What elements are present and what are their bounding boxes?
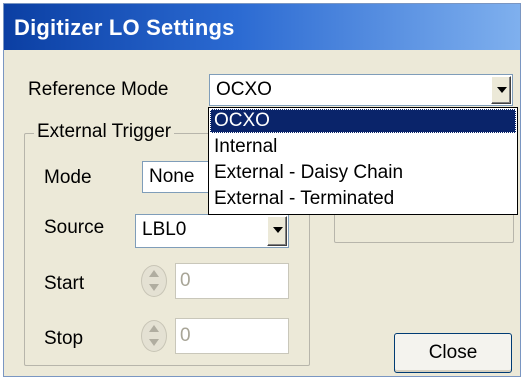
arrow-down-icon [149,284,159,291]
settings-window: Digitizer LO Settings Reference Mode OCX… [3,3,521,377]
start-label: Start [44,273,85,294]
stop-value: 0 [180,325,191,346]
start-field: 0 [175,263,289,299]
arrow-up-icon [149,270,159,277]
dropdown-option-external-daisy-chain[interactable]: External - Daisy Chain [210,161,516,185]
trigger-source-select[interactable]: LBL0 [135,214,289,248]
stop-label: Stop [44,328,84,349]
arrow-down-icon [149,339,159,346]
external-trigger-legend: External Trigger [34,121,175,143]
dropdown-option-internal[interactable]: Internal [210,135,516,159]
reference-mode-value: OCXO [216,79,272,100]
trigger-mode-label: Mode [44,167,92,188]
chevron-down-icon[interactable] [267,216,287,246]
start-spinner [137,262,173,302]
reference-mode-select[interactable]: OCXO [209,74,513,106]
close-button[interactable]: Close [394,333,512,373]
arrow-up-icon [149,325,159,332]
trigger-source-value: LBL0 [142,219,187,240]
chevron-down-icon[interactable] [491,76,511,104]
trigger-source-label: Source [44,217,105,238]
start-value: 0 [180,270,191,291]
dropdown-option-external-terminated[interactable]: External - Terminated [210,187,516,211]
trigger-mode-value: None [149,166,195,187]
stop-field: 0 [175,318,289,354]
reference-mode-label: Reference Mode [28,79,169,100]
dropdown-option-ocxo[interactable]: OCXO [210,109,516,133]
title-bar: Digitizer LO Settings [4,4,520,50]
stop-spinner [137,317,173,357]
reference-mode-dropdown: OCXO Internal External - Daisy Chain Ext… [208,107,518,215]
window-title: Digitizer LO Settings [14,15,235,40]
